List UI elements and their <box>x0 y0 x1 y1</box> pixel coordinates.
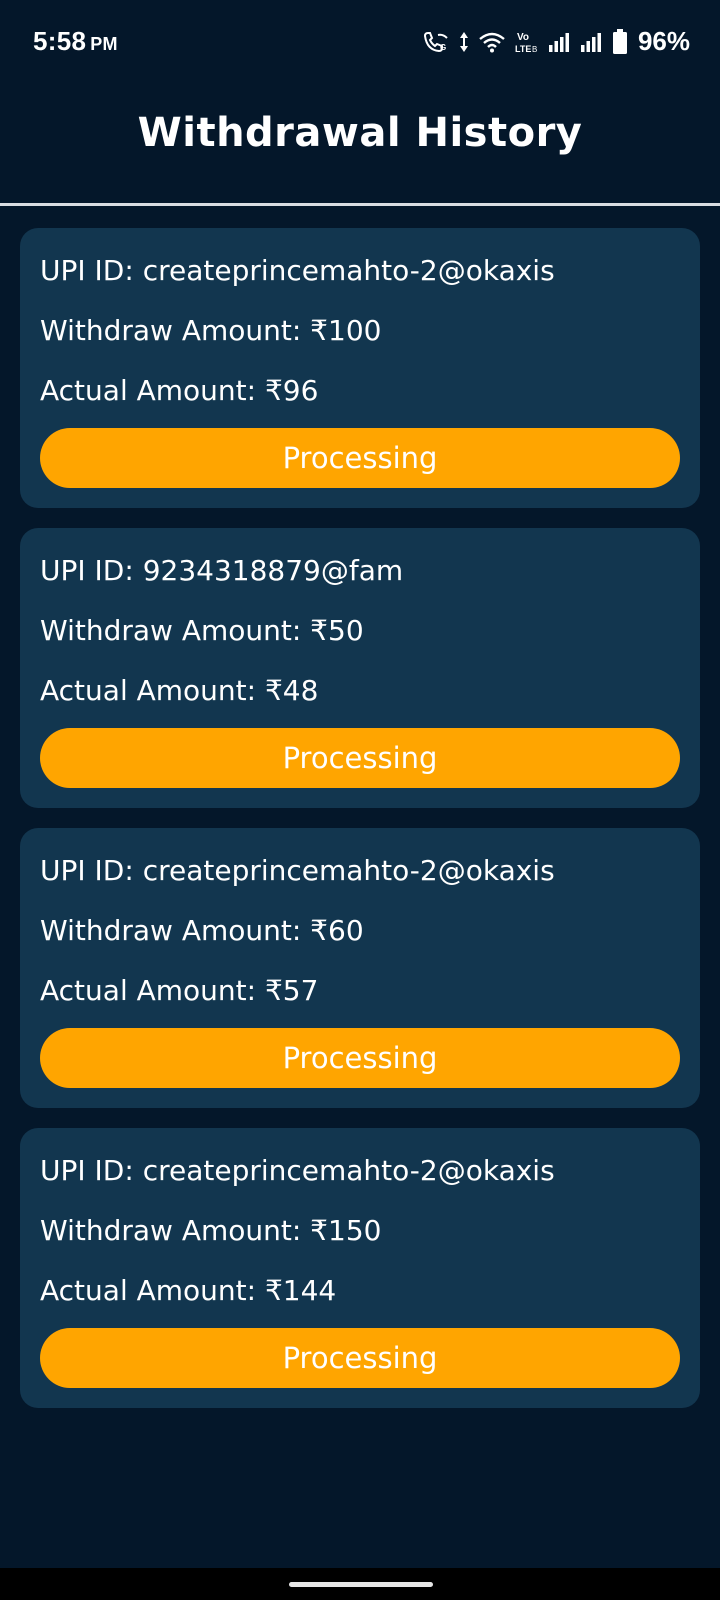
header-divider <box>0 203 720 206</box>
status-bar: 5:58 PM G Vo LTE B 96% <box>0 0 720 84</box>
wifi-calling-icon: G <box>422 31 450 53</box>
withdraw-amount-text: Withdraw Amount: ₹150 <box>40 1214 382 1247</box>
withdraw-amount-text: Withdraw Amount: ₹50 <box>40 614 364 647</box>
upi-id-text: UPI ID: createprincemahto-2@okaxis <box>40 254 555 287</box>
withdrawal-card: UPI ID: 9234318879@fam Withdraw Amount: … <box>20 528 700 808</box>
svg-text:B: B <box>532 45 537 54</box>
svg-text:LTE: LTE <box>515 44 531 54</box>
withdraw-amount-text: Withdraw Amount: ₹60 <box>40 914 364 947</box>
status-time: 5:58 PM <box>33 26 118 57</box>
svg-text:G: G <box>440 43 446 52</box>
withdrawal-history-screen: 5:58 PM G Vo LTE B 96% Withdrawal Histor… <box>0 0 720 1600</box>
volte-icon: Vo LTE B <box>514 30 540 54</box>
processing-status-button[interactable]: Processing <box>40 1028 680 1088</box>
processing-status-button[interactable]: Processing <box>40 428 680 488</box>
upi-id-text: UPI ID: createprincemahto-2@okaxis <box>40 1154 555 1187</box>
data-arrows-icon <box>458 31 470 53</box>
actual-amount-text: Actual Amount: ₹48 <box>40 674 319 707</box>
svg-text:Vo: Vo <box>517 32 529 43</box>
status-time-ampm: PM <box>90 34 118 54</box>
battery-icon <box>612 28 628 55</box>
actual-amount-text: Actual Amount: ₹144 <box>40 1274 337 1307</box>
app-header: Withdrawal History <box>0 90 720 200</box>
withdrawal-card: UPI ID: createprincemahto-2@okaxis Withd… <box>20 228 700 508</box>
withdrawal-card: UPI ID: createprincemahto-2@okaxis Withd… <box>20 1128 700 1408</box>
status-icons: G Vo LTE B 96% <box>422 26 690 57</box>
withdraw-amount-text: Withdraw Amount: ₹100 <box>40 314 382 347</box>
withdrawal-list[interactable]: UPI ID: createprincemahto-2@okaxis Withd… <box>20 228 700 1428</box>
signal-icon <box>548 31 572 53</box>
navigation-bar <box>0 1568 720 1600</box>
upi-id-text: UPI ID: 9234318879@fam <box>40 554 404 587</box>
actual-amount-text: Actual Amount: ₹96 <box>40 374 319 407</box>
page-title: Withdrawal History <box>137 110 583 156</box>
battery-percent: 96% <box>637 26 690 56</box>
withdrawal-card: UPI ID: createprincemahto-2@okaxis Withd… <box>20 828 700 1108</box>
home-indicator[interactable] <box>289 1582 433 1587</box>
processing-status-button[interactable]: Processing <box>40 728 680 788</box>
actual-amount-text: Actual Amount: ₹57 <box>40 974 319 1007</box>
signal-icon <box>580 31 604 53</box>
wifi-icon <box>478 31 506 53</box>
status-time-value: 5:58 <box>33 26 87 56</box>
processing-status-button[interactable]: Processing <box>40 1328 680 1388</box>
upi-id-text: UPI ID: createprincemahto-2@okaxis <box>40 854 555 887</box>
